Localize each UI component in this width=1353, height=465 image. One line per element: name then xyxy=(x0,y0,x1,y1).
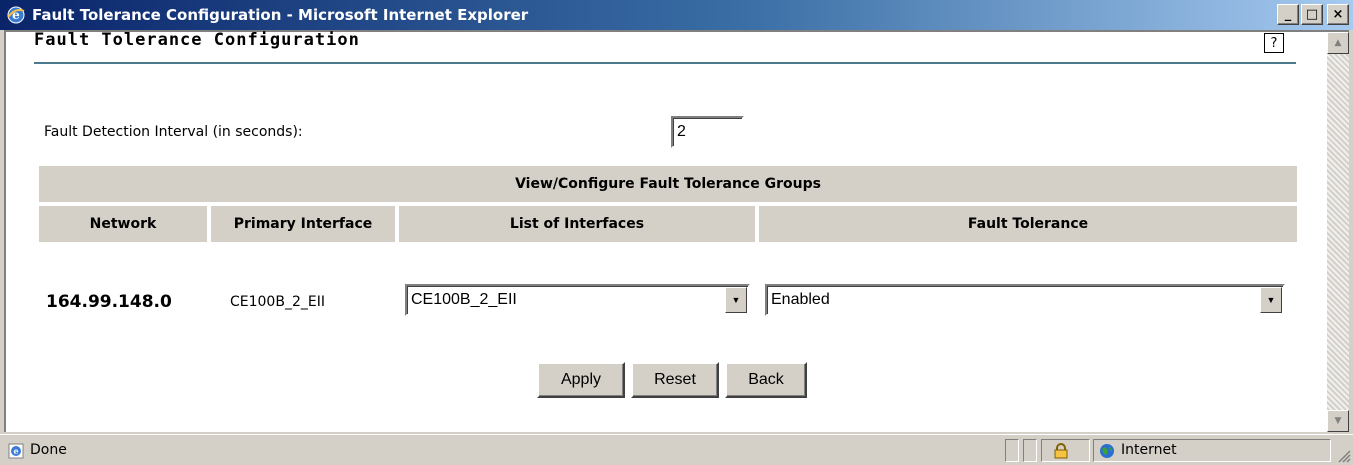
status-pane xyxy=(1005,439,1019,462)
status-pane xyxy=(1023,439,1037,462)
vertical-scrollbar[interactable]: ▲ ▼ xyxy=(1327,32,1349,432)
reset-button[interactable]: Reset xyxy=(631,362,719,398)
chevron-down-icon[interactable]: ▼ xyxy=(725,287,747,313)
back-button[interactable]: Back xyxy=(725,362,807,398)
scroll-down-icon[interactable]: ▼ xyxy=(1327,410,1349,432)
primary-interface-cell: CE100B_2_EII xyxy=(230,294,325,310)
chevron-down-icon[interactable]: ▼ xyxy=(1260,287,1282,313)
interval-input[interactable] xyxy=(671,116,744,148)
fault-tolerance-select[interactable]: Enabled ▼ xyxy=(765,284,1285,316)
help-icon[interactable]: ? xyxy=(1264,33,1284,53)
browser-window: e Fault Tolerance Configuration - Micros… xyxy=(0,0,1353,465)
globe-icon xyxy=(1099,443,1115,459)
apply-button[interactable]: Apply xyxy=(537,362,625,398)
window-title: Fault Tolerance Configuration - Microsof… xyxy=(32,6,529,24)
network-cell: 164.99.148.0 xyxy=(46,292,172,312)
maximize-button[interactable]: □ xyxy=(1301,4,1323,25)
interval-label: Fault Detection Interval (in seconds): xyxy=(44,124,303,140)
svg-text:e: e xyxy=(13,446,18,456)
close-button[interactable]: × xyxy=(1327,4,1349,25)
resize-grip-icon[interactable] xyxy=(1335,447,1351,463)
interfaces-select[interactable]: CE100B_2_EII ▼ xyxy=(405,284,750,316)
page-done-icon: e xyxy=(8,443,24,459)
column-header-primary-interface: Primary Interface xyxy=(211,206,395,242)
security-zone-text: Internet xyxy=(1121,442,1177,458)
status-text: Done xyxy=(30,442,67,458)
column-header-list-of-interfaces: List of Interfaces xyxy=(399,206,755,242)
column-header-fault-tolerance: Fault Tolerance xyxy=(759,206,1297,242)
title-bar[interactable]: e Fault Tolerance Configuration - Micros… xyxy=(0,0,1353,30)
interfaces-select-value: CE100B_2_EII xyxy=(411,291,517,308)
page-title: Fault Tolerance Configuration xyxy=(34,30,360,50)
ie-icon: e xyxy=(6,5,26,25)
scroll-up-icon[interactable]: ▲ xyxy=(1327,32,1349,54)
minimize-button[interactable]: _ xyxy=(1277,4,1299,25)
status-bar: e Done Internet xyxy=(0,434,1353,465)
column-header-network: Network xyxy=(39,206,207,242)
lock-icon xyxy=(1053,443,1069,459)
title-divider xyxy=(34,62,1296,64)
caption-buttons: _ □ × xyxy=(1277,4,1349,25)
group-table-header: View/Configure Fault Tolerance Groups xyxy=(39,166,1297,202)
fault-tolerance-select-value: Enabled xyxy=(771,291,830,308)
